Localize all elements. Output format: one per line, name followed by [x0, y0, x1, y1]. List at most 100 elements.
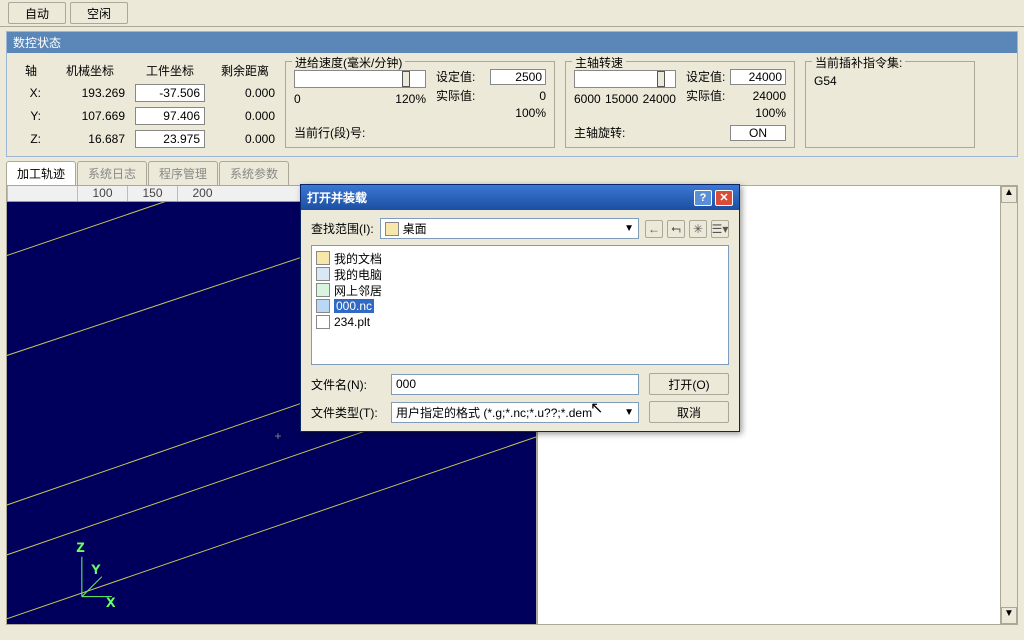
tab-program[interactable]: 程序管理: [148, 161, 218, 185]
dialog-title: 打开并装载: [307, 189, 367, 206]
feed-act-val: 0: [490, 89, 546, 103]
feed-min: 0: [294, 92, 301, 106]
cnc-status-panel: 数控状态 轴 机械坐标 工件坐标 剩余距离 X: 193.269 -37.506…: [6, 31, 1018, 157]
svg-text:Y: Y: [92, 563, 100, 577]
file-list[interactable]: 我的文档我的电脑网上邻居000.nc 234.plt: [311, 245, 729, 365]
sp-a: 6000: [574, 92, 601, 106]
cancel-button[interactable]: 取消: [649, 401, 729, 423]
feed-pct: 100%: [436, 106, 546, 120]
mech-x: 193.269: [55, 86, 125, 100]
mech-z: 16.687: [55, 132, 125, 146]
open-button[interactable]: 打开(O): [649, 373, 729, 395]
sp-act-val: 24000: [730, 89, 786, 103]
ruler-200: 200: [177, 186, 227, 201]
sp-b: 15000: [605, 92, 638, 106]
col-remain: 剩余距离: [215, 62, 275, 79]
dialog-help-icon[interactable]: ?: [694, 190, 712, 206]
feed-slider[interactable]: [294, 70, 426, 88]
axis-y: Y:: [17, 109, 45, 123]
work-y[interactable]: 97.406: [135, 107, 205, 125]
chevron-down-icon[interactable]: ▼: [624, 407, 634, 418]
chevron-down-icon[interactable]: ▼: [624, 223, 634, 234]
filename-label: 文件名(N):: [311, 376, 381, 393]
ruler-100: 100: [77, 186, 127, 201]
file-item[interactable]: 网上邻居: [316, 282, 724, 298]
filetype-combo[interactable]: 用户指定的格式 (*.g;*.nc;*.u??;*.dem ▼: [391, 402, 639, 423]
tab-trajectory[interactable]: 加工轨迹: [6, 161, 76, 185]
scroll-down-icon[interactable]: ▼: [1001, 607, 1017, 624]
file-icon: [316, 251, 330, 265]
lookin-combo[interactable]: 桌面 ▼: [380, 218, 639, 239]
sp-set-label: 设定值:: [686, 68, 725, 85]
cmd-legend: 当前插补指令集:: [812, 54, 905, 71]
tab-bar: 加工轨迹 系统日志 程序管理 系统参数: [6, 161, 1018, 185]
spindle-slider[interactable]: [574, 70, 676, 88]
feed-act-label: 实际值:: [436, 87, 475, 104]
status-title: 数控状态: [7, 32, 1017, 53]
file-name: 我的电脑: [334, 266, 382, 283]
spindle-panel: 主轴转速 6000 15000 24000 设定值:24000 实际值:2400…: [565, 61, 795, 148]
nav-back-icon[interactable]: ←: [645, 220, 663, 238]
file-name: 234.plt: [334, 315, 370, 329]
cmd-panel: 当前插补指令集: G54: [805, 61, 975, 148]
lookin-label: 查找范围(I):: [311, 220, 374, 237]
feed-legend: 进给速度(毫米/分钟): [292, 54, 405, 71]
nav-newfolder-icon[interactable]: ✳: [689, 220, 707, 238]
lookin-value: 桌面: [403, 220, 427, 237]
mech-y: 107.669: [55, 109, 125, 123]
sp-rot-val[interactable]: ON: [730, 125, 786, 141]
remain-y: 0.000: [215, 109, 275, 123]
sp-rot-label: 主轴旋转:: [574, 124, 625, 141]
tab-sysparam[interactable]: 系统参数: [219, 161, 289, 185]
filetype-label: 文件类型(T):: [311, 404, 381, 421]
nav-viewmenu-icon[interactable]: ☰▾: [711, 220, 729, 238]
auto-button[interactable]: 自动: [8, 2, 66, 24]
dialog-close-icon[interactable]: ✕: [715, 190, 733, 206]
file-icon: [316, 267, 330, 281]
col-mech: 机械坐标: [55, 62, 125, 79]
file-icon: [316, 283, 330, 297]
file-name: 000.nc: [334, 299, 374, 313]
feed-panel: 进给速度(毫米/分钟) 0 120% 设定值:2500 实际值:0 100% 当…: [285, 61, 555, 148]
feed-max: 120%: [395, 92, 426, 106]
scrollbar-vertical[interactable]: ▲ ▼: [1000, 186, 1017, 624]
axis-x: X:: [17, 86, 45, 100]
desktop-icon: [385, 222, 399, 236]
file-icon: [316, 299, 330, 313]
filename-input[interactable]: [391, 374, 639, 395]
feed-set-val[interactable]: 2500: [490, 69, 546, 85]
col-work: 工件坐标: [135, 62, 205, 79]
idle-button[interactable]: 空闲: [70, 2, 128, 24]
scroll-up-icon[interactable]: ▲: [1001, 186, 1017, 203]
svg-text:X: X: [107, 596, 115, 610]
coord-table: 轴 机械坐标 工件坐标 剩余距离 X: 193.269 -37.506 0.00…: [17, 61, 275, 148]
remain-z: 0.000: [215, 132, 275, 146]
nav-up-icon[interactable]: ⮢: [667, 220, 685, 238]
file-name: 我的文档: [334, 250, 382, 267]
ruler-150: 150: [127, 186, 177, 201]
work-z[interactable]: 23.975: [135, 130, 205, 148]
remain-x: 0.000: [215, 86, 275, 100]
axis-z: Z:: [17, 132, 45, 146]
sp-act-label: 实际值:: [686, 87, 725, 104]
file-name: 网上邻居: [334, 282, 382, 299]
file-item[interactable]: 我的电脑: [316, 266, 724, 282]
spindle-legend: 主轴转速: [572, 54, 626, 71]
tab-syslog[interactable]: 系统日志: [77, 161, 147, 185]
file-icon: [316, 315, 330, 329]
filetype-value: 用户指定的格式 (*.g;*.nc;*.u??;*.dem: [396, 404, 592, 421]
sp-set-val[interactable]: 24000: [730, 69, 786, 85]
file-item[interactable]: 234.plt: [316, 314, 724, 330]
cmd-val: G54: [814, 74, 966, 88]
svg-text:Z: Z: [77, 541, 84, 555]
svg-text:+: +: [274, 429, 281, 443]
sp-pct: 100%: [686, 106, 786, 120]
sp-c: 24000: [643, 92, 676, 106]
file-item[interactable]: 000.nc: [316, 298, 724, 314]
current-line-label: 当前行(段)号:: [294, 124, 546, 141]
work-x[interactable]: -37.506: [135, 84, 205, 102]
file-item[interactable]: 我的文档: [316, 250, 724, 266]
open-file-dialog: 打开并装载 ? ✕ 查找范围(I): 桌面 ▼ ← ⮢ ✳ ☰▾ 我的文档我的电…: [300, 184, 740, 432]
feed-set-label: 设定值:: [436, 68, 475, 85]
col-axis: 轴: [17, 62, 45, 79]
